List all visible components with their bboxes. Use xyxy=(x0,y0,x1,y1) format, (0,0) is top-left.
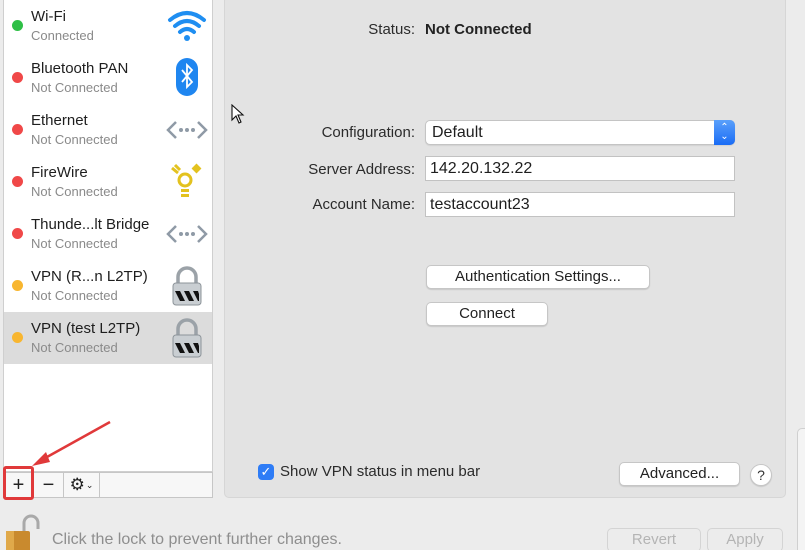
service-status: Not Connected xyxy=(31,236,118,251)
stepper-chevron-icon: ⌃ ⌄ xyxy=(714,120,735,145)
wifi-icon xyxy=(168,11,206,41)
service-item-ethernet[interactable]: Ethernet Not Connected xyxy=(4,104,212,156)
status-value: Not Connected xyxy=(425,21,532,38)
adjacent-window-edge xyxy=(797,428,805,550)
advanced-button[interactable]: Advanced... xyxy=(619,462,740,486)
bluetooth-icon xyxy=(176,58,198,96)
show-vpn-status-checkbox[interactable]: ✓ xyxy=(258,464,274,480)
service-status: Not Connected xyxy=(31,340,118,355)
status-label: Status: xyxy=(368,21,415,38)
add-service-button[interactable]: + xyxy=(4,473,34,497)
account-name-label: Account Name: xyxy=(312,196,415,213)
authentication-settings-button[interactable]: Authentication Settings... xyxy=(426,265,650,289)
service-name: VPN (test L2TP) xyxy=(31,320,141,337)
service-item-vpn-test-l2tp[interactable]: VPN (test L2TP) Not Connected xyxy=(4,312,212,364)
configuration-label: Configuration: xyxy=(321,124,415,141)
service-status: Not Connected xyxy=(31,132,118,147)
vpn-detail-panel: Status: Not Connected Configuration: Def… xyxy=(224,0,786,498)
service-name: Thunde...lt Bridge xyxy=(31,216,150,233)
service-status: Connected xyxy=(31,28,94,43)
lock-instruction-text: Click the lock to prevent further change… xyxy=(52,531,342,548)
service-name: Ethernet xyxy=(31,112,88,129)
status-dot-red xyxy=(12,228,23,239)
firewire-icon xyxy=(171,163,202,197)
help-button[interactable]: ? xyxy=(750,464,772,486)
vpn-lock-icon xyxy=(172,318,202,358)
status-dot-red xyxy=(12,72,23,83)
service-status: Not Connected xyxy=(31,80,118,95)
mouse-cursor-icon xyxy=(231,104,245,124)
gear-icon: ⚙ xyxy=(69,475,85,494)
status-dot-yellow xyxy=(12,280,23,291)
status-dot-green xyxy=(12,20,23,31)
service-item-firewire[interactable]: FireWire Not Connected xyxy=(4,156,212,208)
service-item-vpn-r-l2tp[interactable]: VPN (R...n L2TP) Not Connected xyxy=(4,260,212,312)
status-dot-yellow xyxy=(12,332,23,343)
action-menu-button[interactable]: ⚙ ⌄ xyxy=(64,473,100,497)
service-item-wifi[interactable]: Wi-Fi Connected xyxy=(4,0,212,52)
service-name: Bluetooth PAN xyxy=(31,60,129,77)
service-item-bluetooth-pan[interactable]: Bluetooth PAN Not Connected xyxy=(4,52,212,104)
server-address-field[interactable]: 142.20.132.22 xyxy=(425,156,735,181)
configuration-select[interactable]: Default ⌃ ⌄ xyxy=(425,120,735,145)
lock-icon[interactable] xyxy=(4,511,40,550)
chevron-down-icon: ⌄ xyxy=(85,479,94,490)
configuration-value: Default xyxy=(432,124,483,141)
vpn-lock-icon xyxy=(172,266,202,306)
service-item-thunderbolt-bridge[interactable]: Thunde...lt Bridge Not Connected xyxy=(4,208,212,260)
ethernet-icon xyxy=(166,121,208,139)
service-name: Wi-Fi xyxy=(31,8,66,25)
show-vpn-status-label: Show VPN status in menu bar xyxy=(280,463,481,480)
apply-button[interactable]: Apply xyxy=(707,528,783,550)
network-service-list[interactable]: Wi-Fi Connected Bluetooth PAN Not Connec… xyxy=(3,0,213,472)
service-name: VPN (R...n L2TP) xyxy=(31,268,148,285)
account-name-field[interactable]: testaccount23 xyxy=(425,192,735,217)
service-name: FireWire xyxy=(31,164,88,181)
revert-button[interactable]: Revert xyxy=(607,528,701,550)
service-status: Not Connected xyxy=(31,184,118,199)
status-dot-red xyxy=(12,124,23,135)
remove-service-button[interactable]: − xyxy=(34,473,64,497)
service-list-toolbar: + − ⚙ ⌄ xyxy=(3,472,213,498)
ethernet-icon xyxy=(166,225,208,243)
status-dot-red xyxy=(12,176,23,187)
connect-button[interactable]: Connect xyxy=(426,302,548,326)
server-address-label: Server Address: xyxy=(308,161,415,178)
service-status: Not Connected xyxy=(31,288,118,303)
